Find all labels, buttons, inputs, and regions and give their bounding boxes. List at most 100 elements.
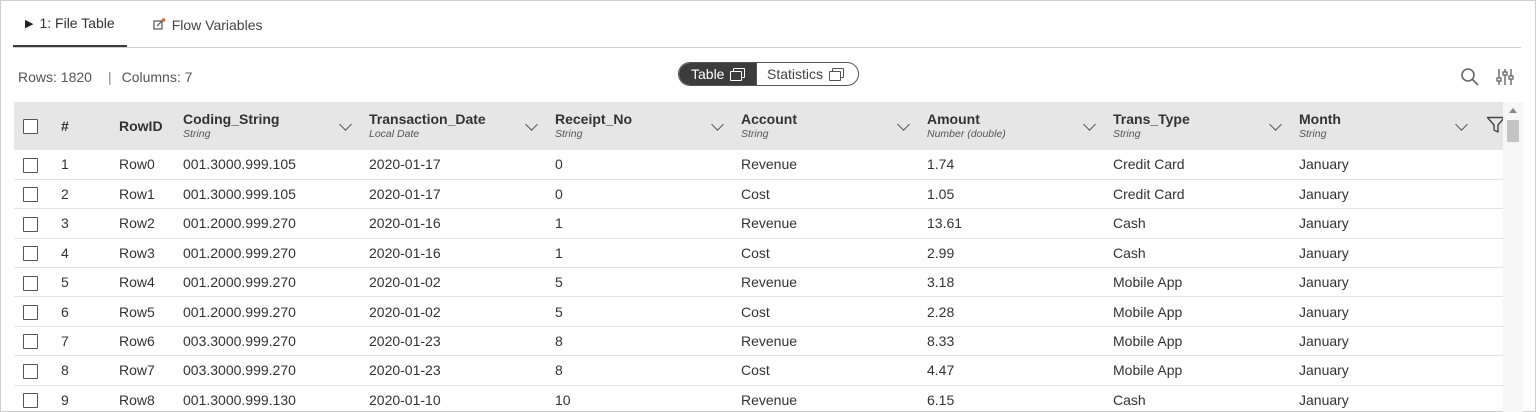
open-in-window-icon[interactable] [829, 68, 845, 81]
table-cell: Cost [741, 303, 770, 320]
row-checkbox[interactable] [23, 305, 38, 321]
table-row[interactable]: 8 Row7 003.3000.999.270 2020-01-23 8 Cost 4.47… [14, 356, 1517, 386]
column-header-month[interactable]: Month String [1294, 102, 1480, 150]
column-header-name: Coding_String [183, 111, 280, 127]
row-checkbox[interactable] [23, 187, 38, 203]
column-header-name: Month [1299, 111, 1341, 127]
table-cell: January [1299, 274, 1349, 291]
table-cell: 0 [555, 186, 563, 203]
table-cell: 5 [61, 274, 69, 291]
table-cell: Row7 [119, 362, 155, 379]
column-header-type: String [183, 128, 211, 140]
column-header-name: RowID [119, 118, 163, 134]
column-header-name: Trans_Type [1113, 111, 1190, 127]
tab-file-table[interactable]: ▶ 1: File Table [13, 1, 127, 48]
table-row[interactable]: 2 Row1 001.3000.999.105 2020-01-17 0 Cost 1.05… [14, 179, 1517, 209]
table-cell: 4.47 [927, 362, 955, 379]
column-header-trans-type[interactable]: Trans_Type String [1108, 102, 1294, 150]
table-cell: January [1299, 362, 1349, 379]
tab-flow-variables[interactable]: Flow Variables [141, 1, 275, 48]
column-header-name: Receipt_No [555, 111, 633, 127]
table-row[interactable]: 5 Row4 001.2000.999.270 2020-01-02 5 Revenue 3… [14, 268, 1517, 297]
column-header-type: String [1299, 128, 1327, 140]
row-checkbox-cell [14, 326, 49, 355]
table-cell: Cash [1113, 215, 1146, 232]
table-cell: Cost [741, 186, 770, 203]
column-header-amount[interactable]: Amount Number (double) [922, 102, 1108, 150]
row-checkbox[interactable] [23, 393, 38, 409]
table-cell: Revenue [741, 333, 798, 350]
table-row[interactable]: 4 Row3 001.2000.999.270 2020-01-16 1 Cost 2.99… [14, 238, 1517, 268]
table-view-label: Table [691, 66, 725, 82]
scroll-up-arrow-icon[interactable] [1509, 108, 1517, 113]
table-cell: 13.61 [927, 215, 963, 232]
column-header-name: Transaction_Date [369, 111, 486, 127]
table-cell: 3.18 [927, 274, 955, 291]
column-header-name: Amount [927, 111, 980, 127]
table-cell: 2020-01-16 [369, 215, 441, 232]
table-cell: 9 [61, 391, 69, 408]
table-cell: Cash [1113, 244, 1146, 261]
row-checkbox[interactable] [23, 216, 38, 232]
table-cell: 0 [555, 156, 563, 173]
tab-bar: ▶ 1: File Table Flow Variables [13, 1, 274, 49]
open-in-window-icon[interactable] [730, 68, 746, 81]
column-header-transaction-date[interactable]: Transaction_Date Local Date [364, 102, 550, 150]
row-checkbox[interactable] [23, 275, 38, 291]
column-header-type: String [555, 128, 583, 140]
column-header-receipt-no[interactable]: Receipt_No String [550, 102, 736, 150]
table-cell: Row0 [119, 156, 155, 173]
table-cell: Cost [741, 244, 770, 261]
table-header-row: # RowID Coding_String String Transaction… [14, 102, 1517, 150]
row-checkbox[interactable] [23, 246, 38, 262]
column-header-coding-string[interactable]: Coding_String String [178, 102, 364, 150]
view-toggle: Table Statistics [678, 62, 859, 86]
vertical-scrollbar[interactable] [1503, 102, 1523, 412]
row-checkbox-cell [14, 238, 49, 267]
table-cell: 2.28 [927, 303, 955, 320]
scrollbar-thumb[interactable] [1507, 120, 1519, 142]
table-cell: Credit Card [1113, 156, 1185, 173]
column-header-type: Local Date [369, 128, 420, 140]
table-cell: Row2 [119, 215, 155, 232]
table-cell: Mobile App [1113, 333, 1183, 350]
row-checkbox-cell [14, 268, 49, 297]
table-cell: 001.2000.999.270 [183, 215, 296, 232]
row-checkbox-cell [14, 209, 49, 238]
table-cell: 3 [61, 215, 69, 232]
table-row[interactable]: 3 Row2 001.2000.999.270 2020-01-16 1 Revenue 1… [14, 209, 1517, 239]
table-row[interactable]: 9 Row8 001.3000.999.130 2020-01-10 10 Revenue… [14, 385, 1517, 412]
table-cell: Mobile App [1113, 274, 1183, 291]
table-cell: 1.05 [927, 186, 955, 203]
table-cell: Revenue [741, 156, 798, 173]
row-checkbox[interactable] [23, 157, 38, 173]
row-checkbox[interactable] [23, 334, 38, 350]
column-header-account[interactable]: Account String [736, 102, 922, 150]
tab-label: 1: File Table [39, 15, 115, 31]
table-cell: 8 [61, 362, 69, 379]
select-all-checkbox[interactable] [23, 119, 38, 135]
table-cell: 1 [555, 215, 563, 232]
table-summary: Rows: 1820 | Columns: 7 [18, 69, 192, 85]
table-cell: January [1299, 333, 1349, 350]
table-cell: 001.3000.999.105 [183, 186, 296, 203]
table-cell: 001.2000.999.270 [183, 244, 296, 261]
table-cell: 6.15 [927, 391, 955, 408]
table-cell: 001.2000.999.270 [183, 274, 296, 291]
table-cell: 7 [61, 333, 69, 350]
table-row[interactable]: 6 Row5 001.2000.999.270 2020-01-02 5 Cost 2.28… [14, 297, 1517, 327]
table-view-button[interactable]: Table [679, 63, 756, 85]
row-checkbox[interactable] [23, 363, 38, 379]
table-cell: Row4 [119, 274, 155, 291]
sliders-icon[interactable] [1495, 67, 1515, 87]
tab-label: Flow Variables [171, 16, 263, 33]
table-cell: 10 [555, 391, 571, 408]
table-row[interactable]: 1 Row0 001.3000.999.105 2020-01-17 0 Revenue 1… [14, 150, 1517, 180]
statistics-view-button[interactable]: Statistics [757, 63, 858, 85]
table-row[interactable]: 7 Row6 003.3000.999.270 2020-01-23 8 Revenue 8… [14, 326, 1517, 356]
search-icon[interactable] [1460, 67, 1480, 87]
table-cell: 2020-01-16 [369, 244, 441, 261]
column-header-rowid[interactable]: RowID [119, 102, 178, 150]
table-cell: 1.74 [927, 156, 955, 173]
data-table-container: # RowID Coding_String String Transaction… [14, 102, 1523, 412]
